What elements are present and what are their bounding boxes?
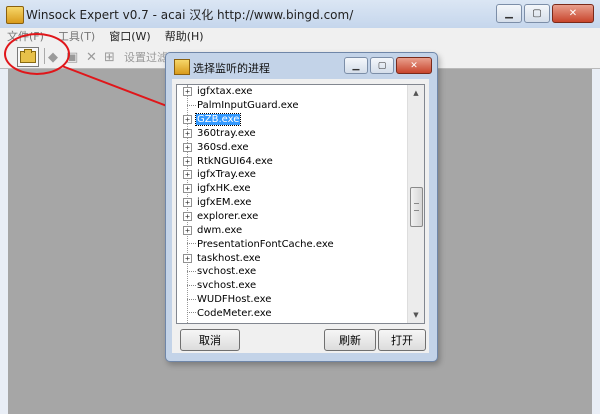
expand-icon[interactable]: + <box>183 225 192 235</box>
process-list: + igfxtax.exe PalmInputGuard.exe + GZB.exe +3… <box>177 85 407 320</box>
process-name[interactable]: explorer.exe <box>196 211 259 222</box>
tree-row[interactable]: CodeMeter.exe <box>177 307 407 321</box>
expand-icon[interactable]: + <box>183 184 192 194</box>
tree-row[interactable]: PalmInputGuard.exe <box>177 99 407 113</box>
expand-icon[interactable]: + <box>183 253 192 263</box>
dialog-close-button[interactable]: ✕ <box>396 57 432 74</box>
dialog-app-icon <box>174 59 190 75</box>
tree-connector <box>187 270 196 273</box>
tree-connector <box>187 284 196 287</box>
tree-row[interactable]: + taskhost.exe <box>177 251 407 265</box>
process-name[interactable]: svchost.exe <box>196 280 257 291</box>
process-name[interactable]: igfxEM.exe <box>196 197 252 208</box>
process-name[interactable]: igfxHK.exe <box>196 183 252 194</box>
process-name[interactable]: dwm.exe <box>196 225 243 236</box>
process-name[interactable]: PresentationFontCache.exe <box>196 239 335 250</box>
tree-connector <box>187 243 196 245</box>
tree-connector <box>187 312 196 314</box>
process-name[interactable]: 360tray.exe <box>196 128 257 139</box>
tree-row[interactable]: +360sd.exe <box>177 140 407 154</box>
tree-row[interactable]: +360tray.exe <box>177 127 407 141</box>
tree-row[interactable]: + igfxTray.exe <box>177 168 407 182</box>
expand-icon[interactable]: + <box>183 212 192 222</box>
scroll-up-icon[interactable]: ▲ <box>408 85 424 101</box>
process-name[interactable]: PalmInputGuard.exe <box>196 100 300 111</box>
process-name[interactable]: WUDFHost.exe <box>196 294 272 305</box>
process-name[interactable]: 360sd.exe <box>196 142 250 153</box>
select-process-dialog: 选择监听的进程 ▁ ▢ ✕ + igfxtax.exe PalmInputGuard… <box>165 52 438 362</box>
process-name[interactable]: RtkNGUI64.exe <box>196 156 274 167</box>
tree-row[interactable]: + GZB.exe <box>177 113 407 127</box>
process-name[interactable]: igfxtax.exe <box>196 86 253 97</box>
process-name[interactable]: taskhost.exe <box>196 253 262 264</box>
tree-row[interactable]: PresentationFontCache.exe <box>177 237 407 251</box>
tree-row[interactable]: svchost.exe <box>177 265 407 279</box>
process-name[interactable]: svchost.exe <box>196 266 257 277</box>
expand-icon[interactable]: + <box>183 170 192 180</box>
scroll-down-icon[interactable]: ▼ <box>408 307 424 323</box>
dialog-body: + igfxtax.exe PalmInputGuard.exe + GZB.exe +3… <box>172 79 429 353</box>
tree-connector <box>187 298 196 301</box>
tree-row[interactable]: WUDFHost.exe <box>177 293 407 307</box>
refresh-button[interactable]: 刷新 <box>324 329 376 351</box>
dialog-title: 选择监听的进程 <box>193 62 270 75</box>
expand-icon[interactable]: + <box>183 156 192 166</box>
vertical-scrollbar[interactable]: ▲ ▼ <box>407 85 424 323</box>
expand-icon[interactable]: + <box>183 142 192 152</box>
tree-row[interactable]: + explorer.exe <box>177 210 407 224</box>
scroll-thumb[interactable] <box>410 187 423 227</box>
tree-connector <box>187 104 196 107</box>
dialog-title-bar[interactable]: 选择监听的进程 ▁ ▢ ✕ <box>166 53 437 79</box>
expand-icon[interactable]: + <box>183 115 192 125</box>
expand-icon[interactable]: + <box>183 128 192 138</box>
dialog-maximize-button[interactable]: ▢ <box>370 57 394 74</box>
tree-row[interactable]: + dwm.exe <box>177 223 407 237</box>
process-name[interactable]: GZB.exe <box>194 113 242 127</box>
expand-icon[interactable]: + <box>183 198 192 208</box>
tree-row[interactable]: + igfxEM.exe <box>177 196 407 210</box>
tree-row[interactable]: + RtkNGUI64.exe <box>177 154 407 168</box>
tree-row[interactable]: + igfxHK.exe <box>177 182 407 196</box>
process-name[interactable]: igfxTray.exe <box>196 169 257 180</box>
dialog-minimize-button[interactable]: ▁ <box>344 57 368 74</box>
tree-row[interactable]: svchost.exe <box>177 279 407 293</box>
tree-row[interactable]: + igfxtax.exe <box>177 85 407 99</box>
expand-icon[interactable]: + <box>183 87 192 97</box>
open-button[interactable]: 打开 <box>378 329 426 351</box>
cancel-button[interactable]: 取消 <box>180 329 240 351</box>
process-tree[interactable]: + igfxtax.exe PalmInputGuard.exe + GZB.exe +3… <box>176 84 425 324</box>
process-name[interactable]: CodeMeter.exe <box>196 308 273 319</box>
